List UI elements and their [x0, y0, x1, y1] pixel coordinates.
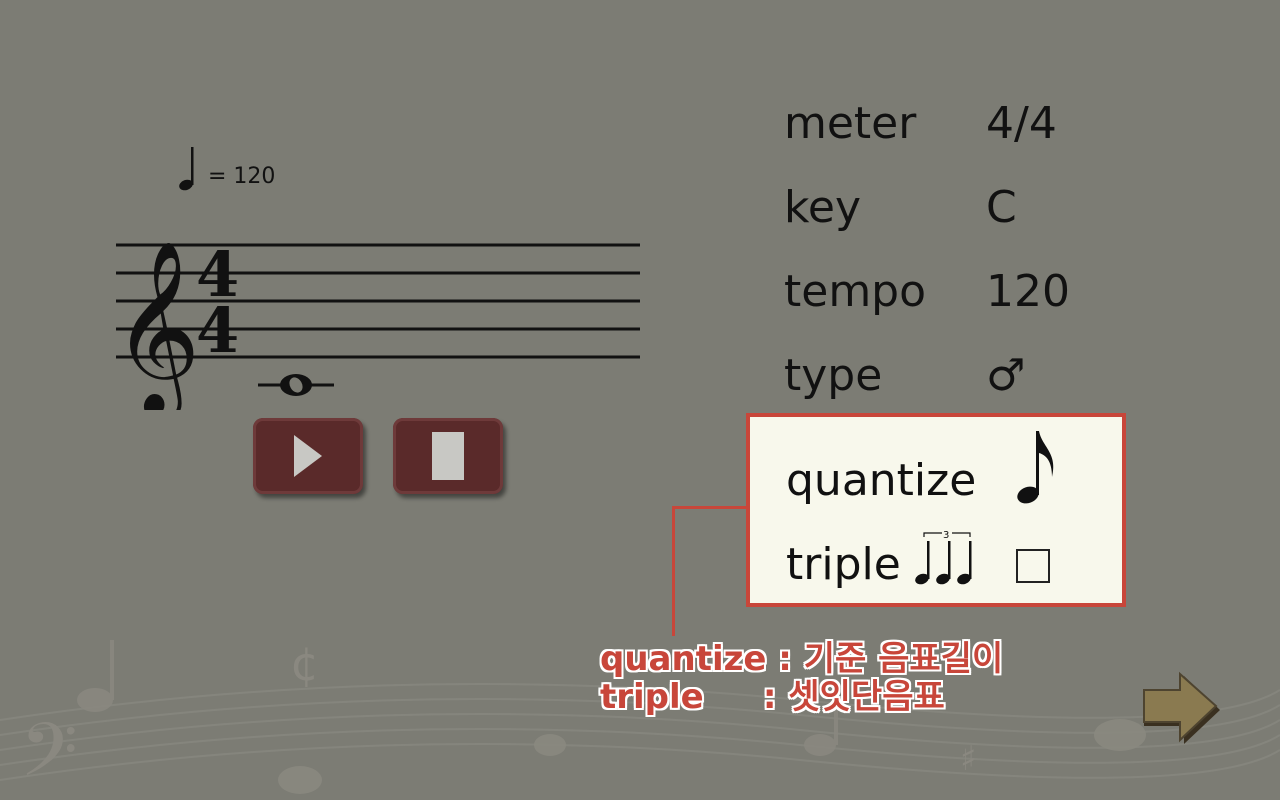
quarter-note-icon [179, 147, 194, 191]
triple-row[interactable]: triple [786, 539, 901, 590]
callout-connector-horizontal [672, 506, 746, 509]
meter-value: 4/4 [986, 98, 1057, 149]
caption-line1-term: quantize [600, 639, 767, 679]
tempo-marking: = 120 [176, 145, 275, 193]
svg-text:♯: ♯ [960, 739, 976, 779]
triple-label: triple [786, 539, 901, 590]
triplet-quarter-notes-icon: 3 [915, 530, 972, 585]
time-signature-bottom: 4 [196, 294, 239, 367]
triplet-number: 3 [943, 530, 949, 541]
tempo-row[interactable]: tempo 120 [784, 266, 1104, 326]
type-value: ♂ [986, 350, 1026, 401]
stop-icon [432, 432, 464, 480]
annotation-caption: quantize : 기준 음표길이 triple : 셋잇단음표 [600, 640, 1003, 716]
play-icon [294, 435, 322, 477]
key-value: C [986, 182, 1017, 233]
caption-line2-term: triple [600, 677, 704, 717]
triple-checkbox[interactable] [1016, 549, 1050, 583]
tempo-marking-value: = 120 [208, 164, 276, 189]
eighth-note-icon[interactable] [1012, 427, 1060, 507]
key-label: key [784, 182, 862, 233]
tempo-value: 120 [986, 266, 1070, 317]
next-arrow-button[interactable] [1140, 670, 1224, 750]
play-button[interactable] [253, 418, 363, 494]
whole-note [258, 374, 334, 396]
meter-row[interactable]: meter 4/4 [784, 98, 1104, 158]
stop-button[interactable] [393, 418, 503, 494]
type-row[interactable]: type ♂ [784, 350, 1104, 410]
caption-line2-desc: : 셋잇단음표 [703, 677, 945, 717]
meter-label: meter [784, 98, 917, 149]
caption-line1-desc: : 기준 음표길이 [766, 639, 1004, 679]
key-row[interactable]: key C [784, 182, 1104, 242]
svg-text:¢: ¢ [290, 637, 319, 691]
treble-clef-icon: 𝄞 [112, 240, 201, 410]
callout-connector-vertical [672, 506, 675, 636]
quantize-row[interactable]: quantize [786, 455, 976, 506]
quantize-panel: quantize triple 3 [746, 413, 1126, 607]
quantize-label: quantize [786, 455, 977, 506]
music-staff: 𝄞 4 4 [112, 200, 652, 422]
type-label: type [784, 350, 883, 401]
tempo-label: tempo [784, 266, 927, 317]
svg-text:𝄢: 𝄢 [20, 707, 78, 800]
